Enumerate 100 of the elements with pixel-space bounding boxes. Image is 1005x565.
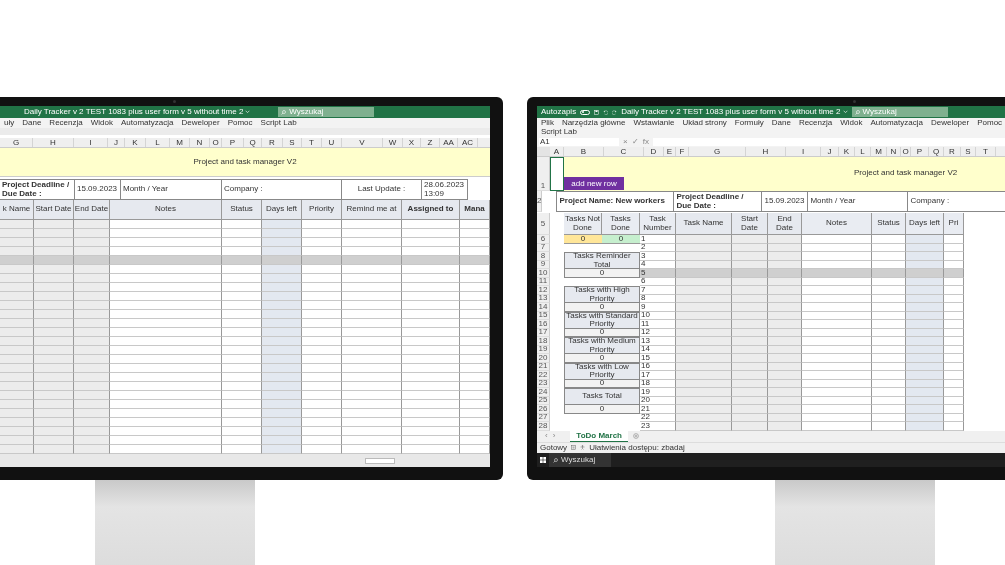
column-letter[interactable]: R [944,147,961,156]
row-number[interactable]: 28 [537,422,550,431]
column-letter[interactable]: I [786,147,821,156]
column-letter[interactable]: M [170,138,190,147]
column-header[interactable]: Days left [262,200,302,220]
column-header[interactable]: Mana [460,200,490,220]
row-number[interactable]: 16 [537,320,550,329]
menu-item[interactable]: Układ strony [682,119,727,127]
column-header[interactable]: Task Number [640,213,676,235]
menu-item[interactable]: Plik [541,119,554,127]
row-number[interactable]: 8 [537,252,550,261]
column-letter[interactable]: AC [458,138,478,147]
column-header[interactable]: End Date [768,213,802,235]
column-letter[interactable]: O [901,147,911,156]
save-icon[interactable] [594,109,600,115]
name-box[interactable]: A1 [539,138,619,146]
row-number[interactable]: 12 [537,286,550,295]
column-letter[interactable]: P [911,147,929,156]
column-letter[interactable]: S [961,147,976,156]
row-number[interactable]: 26 [537,405,550,414]
column-header[interactable]: Assigned to [402,200,460,220]
row-number[interactable]: 2 [537,191,543,212]
windows-icon[interactable] [540,457,546,463]
column-letter[interactable]: X [403,138,421,147]
accessibility-icon[interactable] [580,445,586,450]
column-letter[interactable]: L [146,138,170,147]
column-header[interactable]: Start Date [34,200,74,220]
horizontal-scrollbar[interactable] [365,457,395,464]
column-letter[interactable]: G [689,147,746,156]
column-letter[interactable]: H [33,138,74,147]
row-number[interactable]: 6 [537,235,550,244]
formula-button[interactable]: ✓ [631,138,639,146]
column-header[interactable]: Notes [110,200,222,220]
column-header[interactable]: Priority [302,200,342,220]
column-letter[interactable]: K [839,147,855,156]
column-letter[interactable]: I [74,138,108,147]
column-header[interactable]: Pri [944,213,964,235]
row-number[interactable]: 10 [537,269,550,278]
macro-icon[interactable] [571,445,577,450]
column-letter[interactable]: B [564,147,604,156]
row-number[interactable]: 1 [537,157,550,191]
column-letter[interactable]: D [644,147,664,156]
row-number[interactable]: 24 [537,388,550,397]
menu-item[interactable]: Widok [90,119,113,127]
row-number[interactable]: 18 [537,337,550,346]
column-letter[interactable]: P [222,138,244,147]
column-letter[interactable]: A [550,147,564,156]
column-header[interactable]: End Date [74,200,110,220]
column-letter[interactable]: R [262,138,283,147]
column-letter[interactable]: K [125,138,146,147]
column-header[interactable]: Start Date [732,213,768,235]
menu-item[interactable]: Pomoc [977,119,1003,127]
menu-item[interactable]: Pomoc [227,119,253,127]
add-sheet-icon[interactable] [633,433,639,439]
column-header[interactable]: Remind me at [342,200,402,220]
column-letter[interactable]: Z [421,138,440,147]
column-header[interactable]: Task Name [676,213,732,235]
undo-icon[interactable] [603,109,609,115]
row-number[interactable]: 5 [537,213,550,235]
menu-item[interactable]: Recenzja [798,119,833,127]
menu-item[interactable]: Deweloper [181,119,220,127]
column-letter[interactable]: V [342,138,383,147]
column-letter[interactable]: L [855,147,871,156]
menu-item[interactable]: Automatyzacja [120,119,174,127]
column-letter[interactable]: N [887,147,901,156]
column-letter[interactable]: F [676,147,689,156]
column-letter[interactable]: T [976,147,996,156]
column-letter[interactable]: J [108,138,125,147]
column-letter[interactable]: C [604,147,644,156]
sheet-tab[interactable]: ToDo March [570,430,628,442]
menu-item[interactable]: Wstawianie [633,119,675,127]
column-letter[interactable]: H [746,147,786,156]
menu-item[interactable]: Automatyzacja [870,119,923,127]
column-letter[interactable]: Q [244,138,262,147]
redo-icon[interactable] [612,109,618,115]
accessibility-status[interactable]: Ułatwienia dostępu: zbadaj [589,443,685,452]
menu-item[interactable]: Dane [771,119,791,127]
column-header[interactable]: Tasks Done [602,213,640,235]
row-number[interactable]: 20 [537,354,550,363]
add-row-button[interactable]: add new row [564,177,624,190]
column-header[interactable]: Tasks Not Done [564,213,602,235]
row-number[interactable]: 14 [537,303,550,312]
column-letter[interactable]: W [383,138,403,147]
column-header[interactable]: Days left [906,213,944,235]
column-letter[interactable]: S [283,138,302,147]
column-header[interactable]: Notes [802,213,872,235]
column-letter[interactable]: AA [440,138,458,147]
menu-item[interactable]: Recenzja [49,119,83,127]
column-letter[interactable]: O [210,138,222,147]
column-letter[interactable]: T [302,138,322,147]
menu-item[interactable]: Script Lab [541,128,578,136]
menu-item[interactable]: Deweloper [930,119,970,127]
column-letter[interactable]: U [322,138,342,147]
menu-item[interactable]: uły [4,119,15,127]
menu-item[interactable]: Formuły [734,119,764,127]
selected-cell[interactable] [550,157,564,191]
column-header[interactable]: Status [222,200,262,220]
menu-item[interactable]: Narzędzia główne [561,119,626,127]
column-header[interactable]: Status [872,213,906,235]
column-letter[interactable]: J [821,147,839,156]
